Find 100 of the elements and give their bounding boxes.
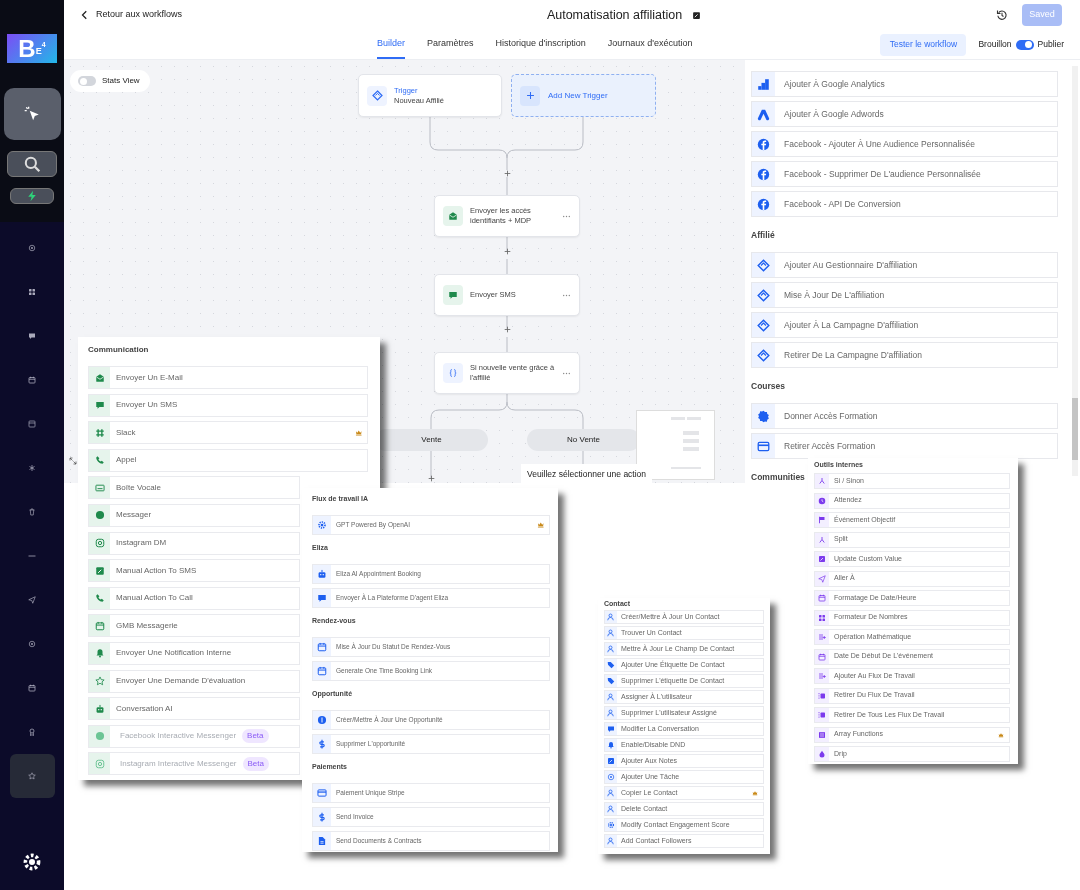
gear-icon	[317, 520, 327, 530]
action-item[interactable]: Retirer Accès Formation	[751, 433, 1058, 459]
action-item[interactable]: Retirer De La Campagne D'affiliation	[751, 342, 1058, 368]
envelope-icon	[448, 211, 458, 221]
section-heading: Communities	[751, 471, 805, 481]
action-item[interactable]: Instagram DM	[88, 531, 300, 555]
action-item[interactable]: GMB Messagerie	[88, 614, 300, 638]
coin-icon	[317, 715, 327, 725]
action-item[interactable]: Envoyer Un SMS	[88, 393, 368, 417]
list-icon	[818, 633, 826, 641]
calendar-icon	[28, 684, 36, 692]
calendar-icon	[818, 594, 826, 602]
action-item[interactable]: Boîte Vocale	[88, 476, 300, 500]
send-icon	[28, 596, 36, 604]
braces-icon	[448, 368, 458, 378]
flag-icon	[818, 516, 826, 524]
chat-icon	[94, 400, 105, 411]
calendar-icon	[317, 642, 327, 652]
star-icon	[28, 772, 36, 780]
bell-icon	[94, 648, 105, 659]
connector-line	[506, 236, 508, 252]
award-icon	[28, 728, 36, 736]
phone-icon	[94, 455, 105, 466]
action-item[interactable]: Envoyer Un E-Mail	[88, 366, 368, 389]
chat-icon	[317, 593, 327, 603]
person-icon	[607, 628, 615, 637]
history-icon[interactable]	[996, 9, 1008, 21]
dash-icon	[28, 552, 36, 560]
diamond-icon	[757, 348, 770, 362]
action-item[interactable]: Messager	[88, 503, 300, 527]
section-heading: Affilié	[751, 229, 775, 239]
tab[interactable]: Paramètres	[427, 30, 474, 59]
person-icon	[607, 644, 615, 653]
action-item[interactable]: Facebook - API De Conversion	[751, 191, 1058, 217]
envelope-icon	[94, 372, 105, 383]
bolt-icon	[26, 190, 38, 202]
asterisk-icon	[28, 464, 36, 472]
document-icon	[317, 836, 327, 846]
bars-icon	[757, 77, 770, 91]
plus-icon[interactable]	[502, 246, 512, 256]
branch-icon	[818, 477, 826, 485]
robot-icon	[317, 569, 327, 579]
action-item[interactable]: Manual Action To Call	[88, 586, 300, 610]
pencil-icon	[818, 555, 826, 563]
plus-icon[interactable]	[502, 324, 512, 334]
facebook-icon	[757, 197, 770, 211]
send-icon	[818, 574, 826, 583]
action-item[interactable]: Ajouter À La Campagne D'affiliation	[751, 312, 1058, 338]
diamond-icon	[757, 258, 770, 272]
voicemail-icon	[94, 482, 105, 493]
action-item[interactable]: Ajouter À Google Adwords	[751, 101, 1058, 127]
pencil-icon[interactable]	[692, 10, 702, 20]
action-item[interactable]: Facebook - Ajouter À Une Audience Personnalisée	[751, 131, 1058, 157]
person-icon	[607, 836, 615, 845]
action-item[interactable]: Ajouter Au Gestionnaire D'affiliation	[751, 252, 1058, 278]
badge-icon	[757, 409, 770, 423]
action-item[interactable]: Facebook - Supprimer De L'audience Personnalisée	[751, 161, 1058, 187]
action-item[interactable]: Envoyer Une Demande D'évaluation	[88, 669, 300, 693]
action-item[interactable]: Slack	[88, 421, 368, 445]
test-workflow-button[interactable]: Tester le workflow	[880, 33, 967, 56]
ring-icon	[28, 640, 36, 648]
action-item[interactable]: Mise À Jour De L'affiliation	[751, 282, 1058, 308]
person-icon	[607, 692, 615, 701]
calendar-icon	[818, 652, 826, 661]
action-item[interactable]: Donner Accès Formation	[751, 403, 1058, 429]
plus-icon[interactable]	[426, 474, 436, 483]
dollar-icon	[317, 739, 327, 749]
calendar-icon	[28, 376, 36, 384]
dollar-icon	[317, 812, 327, 822]
collapse-icon[interactable]	[69, 457, 77, 465]
action-item[interactable]: Ajouter À Google Analytics	[751, 71, 1058, 97]
ring-icon	[28, 244, 36, 252]
connector-line	[506, 315, 508, 330]
branch-icon	[818, 535, 826, 544]
sidebar-item[interactable]	[10, 188, 54, 204]
scrollbar[interactable]	[1072, 66, 1078, 476]
stats-view-toggle[interactable]: Stats View	[70, 70, 150, 92]
action-item[interactable]: Conversation AI	[88, 697, 300, 721]
plus-icon[interactable]	[502, 168, 512, 178]
action-item[interactable]: Manual Action To SMS	[88, 559, 300, 583]
pencil-icon	[607, 756, 615, 765]
search-icon	[23, 155, 41, 173]
list-icon	[818, 672, 826, 680]
frame-icon	[818, 691, 826, 700]
back-link[interactable]: Retour aux workflows	[80, 8, 183, 22]
add-trigger-button[interactable]: Add New Trigger	[511, 74, 656, 117]
bubble-icon	[94, 510, 105, 521]
tab[interactable]: Historique d'inscription	[495, 30, 586, 59]
chevron-icon	[80, 10, 90, 20]
clock-icon	[818, 496, 826, 505]
sidebar-item[interactable]	[7, 151, 57, 177]
action-item[interactable]: Appel	[88, 448, 368, 472]
action-item[interactable]: Envoyer Une Notification Interne	[88, 641, 300, 665]
publish-toggle[interactable]	[1015, 39, 1034, 50]
gear-icon	[21, 851, 43, 873]
diamond-icon	[757, 318, 770, 332]
action-prompt: Veuillez sélectionner une action	[521, 464, 653, 483]
star-icon	[94, 676, 105, 687]
camera-icon	[94, 758, 105, 769]
tab[interactable]: Journaux d'exécution	[607, 30, 693, 59]
